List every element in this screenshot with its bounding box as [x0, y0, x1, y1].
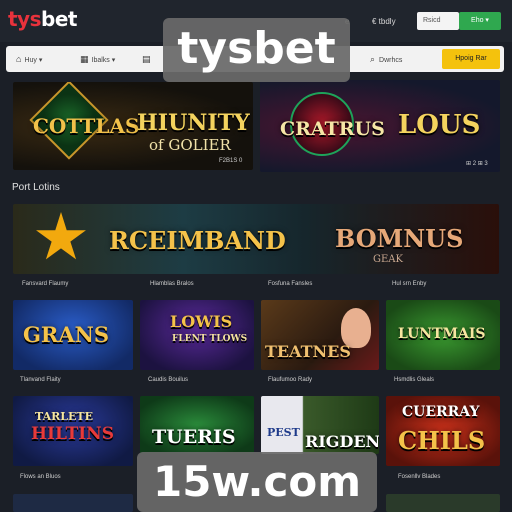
grid-icon: ▦ — [80, 54, 89, 64]
hero-2-badge: ⊞ 2 ⊞ 3 — [466, 161, 488, 167]
nav-search[interactable]: ⌕ Dwrhcs — [370, 46, 402, 72]
logo-part1: tys — [8, 7, 42, 31]
feature-title-1: RCEIMBAND — [109, 226, 286, 255]
feature-caption-3: Fosfuna Fansles — [268, 281, 313, 287]
hero-1-title2: HIUNITY — [137, 110, 250, 136]
game-caption: Caudis Bouilus — [148, 377, 189, 383]
game-tile[interactable]: TARLETE HILTINS — [13, 396, 133, 466]
game-title: TEATNES — [265, 342, 351, 361]
search-icon: ⌕ — [370, 54, 376, 64]
game-title: LOWIS — [170, 312, 233, 331]
feature-caption-4: Hul srn Enby — [392, 281, 427, 287]
game-caption: Tlanvand Flaity — [20, 377, 61, 383]
section-title: Port Lotins — [12, 182, 60, 193]
game-title: TUERIS — [152, 426, 236, 448]
hero-2-title: CRATRUS — [280, 118, 385, 140]
feature-title-2: BOMNUS — [335, 224, 464, 253]
nav-item-games[interactable]: ▦ Ibalks ▾ — [80, 46, 115, 72]
game-title: LUNTMAIS — [398, 326, 486, 342]
game-title: PEST — [267, 426, 300, 439]
feature-banner[interactable]: RCEIMBAND BOMNUS GEAK — [13, 204, 499, 274]
game-title: CUERRAY — [402, 404, 480, 420]
game-title-2: RIGDEN — [305, 432, 379, 451]
menu-icon: ▤ — [142, 54, 151, 64]
game-title-2: HILTINS — [31, 424, 114, 444]
signup-button[interactable]: Eho ▾ — [459, 12, 501, 30]
game-tile[interactable]: LUNTMAIS — [386, 300, 500, 370]
feature-caption-2: Hlamblas Bralos — [150, 281, 194, 287]
star-icon — [36, 212, 86, 260]
game-tile[interactable]: LOWIS FLENT TLOWS — [140, 300, 254, 370]
watermark-top: tysbet — [163, 18, 350, 82]
game-title-2: CHILS — [398, 426, 486, 455]
hero-2-title2: LOUS — [398, 110, 481, 140]
game-tile[interactable]: PEST RIGDEN — [261, 396, 379, 454]
game-tile[interactable]: TEATNES — [261, 300, 379, 370]
game-title: GRANS — [23, 322, 110, 347]
game-tile[interactable]: TUERIS — [140, 396, 254, 454]
nav-item-home[interactable]: ⌂ Huy ▾ — [16, 46, 42, 72]
hero-1-title: COTTLAS — [33, 114, 140, 138]
header-link-2[interactable]: € tbdly — [372, 17, 396, 26]
game-caption: Fosenllv Blades — [398, 474, 441, 480]
site-logo[interactable]: tysbet — [8, 7, 77, 31]
watermark-bottom: 15w.com — [137, 452, 377, 512]
game-caption: Hsmdlis Gleals — [394, 377, 435, 383]
game-tile[interactable] — [13, 494, 133, 512]
game-caption: Flows an Bluos — [20, 474, 61, 480]
feature-caption-1: Fansvard Flaumy — [22, 281, 69, 287]
game-caption: Flaufumoo Rady — [268, 377, 313, 383]
logo-part2: bet — [41, 7, 77, 31]
nav-item-more[interactable]: ▤ — [142, 46, 154, 72]
home-icon: ⌂ — [16, 54, 22, 64]
nav-search-label: Dwrhcs — [379, 57, 403, 64]
login-input[interactable]: Rsicd — [417, 12, 459, 30]
game-tile[interactable]: GRANS — [13, 300, 133, 370]
game-title: TARLETE — [35, 410, 93, 423]
hero-1-caption: F2B1S 0 — [219, 158, 243, 164]
feature-subtitle-2: GEAK — [373, 254, 403, 265]
hero-banner-2[interactable]: CRATRUS LOUS ⊞ 2 ⊞ 3 — [260, 80, 500, 172]
nav-item-home-label: Huy ▾ — [24, 57, 43, 64]
game-title-sub: FLENT TLOWS — [172, 334, 248, 344]
hero-1-subtitle: of GOLIER — [149, 136, 231, 154]
hero-banner-1[interactable]: COTTLAS HIUNITY of GOLIER F2B1S 0 — [13, 82, 253, 170]
nav-item-games-label: Ibalks ▾ — [91, 57, 116, 64]
game-tile[interactable]: CUERRAY CHILS — [386, 396, 500, 466]
game-tile[interactable] — [386, 494, 500, 512]
promo-button[interactable]: Hpoig Rar — [442, 49, 500, 69]
